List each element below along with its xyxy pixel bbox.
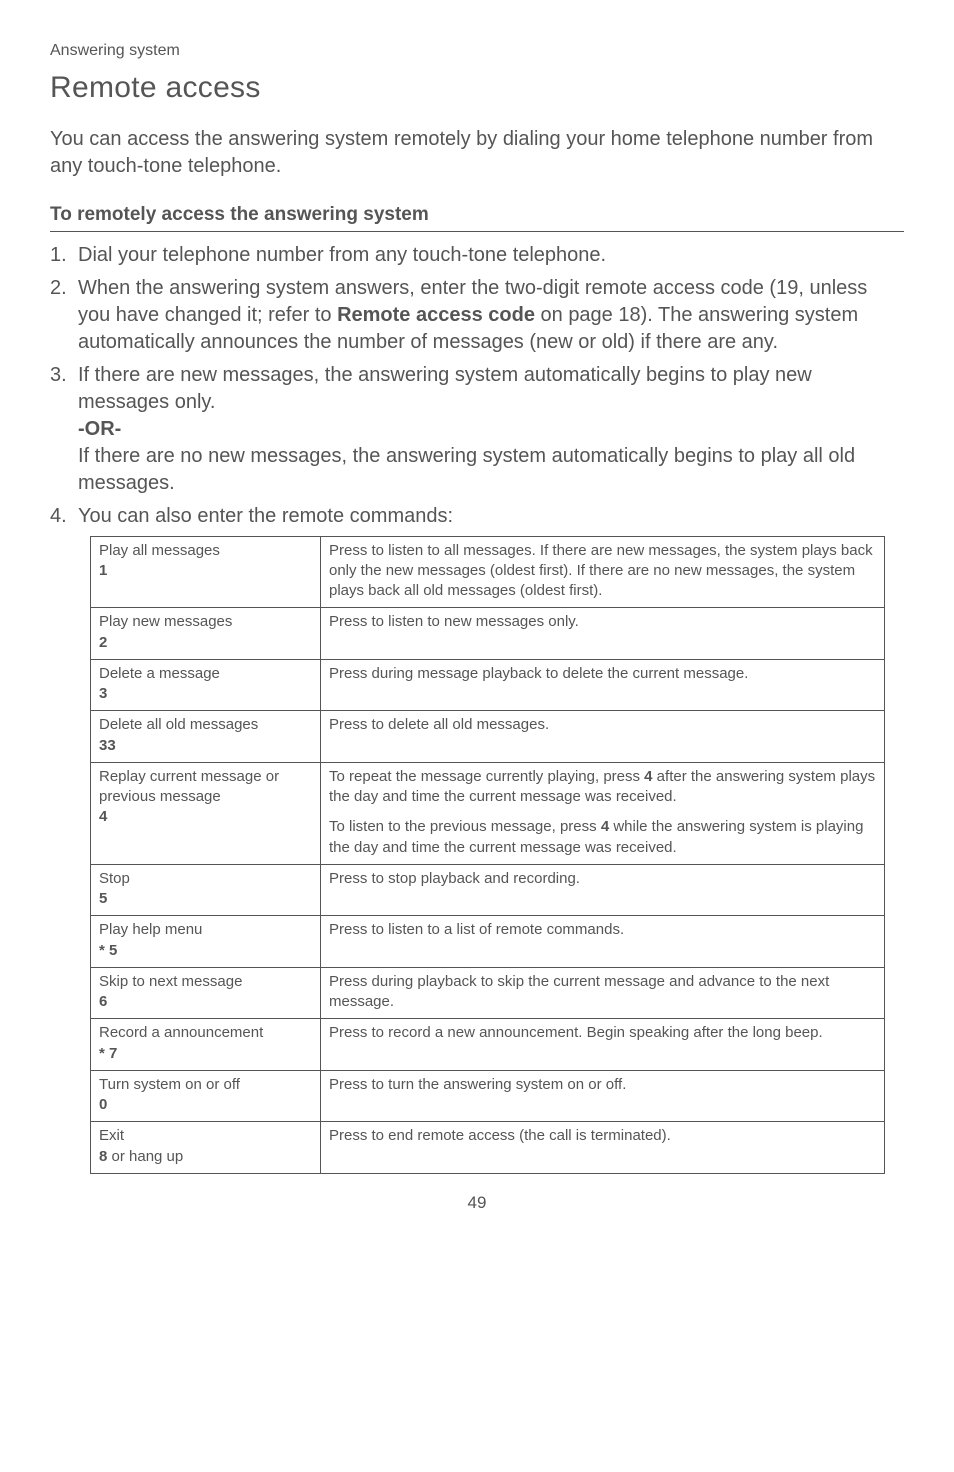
steps-list: 1. Dial your telephone number from any t… [50, 242, 904, 530]
command-cell: Play help menu * 5 [91, 916, 321, 968]
subheading: To remotely access the answering system [50, 202, 904, 232]
command-name: Exit [99, 1126, 312, 1146]
step-number: 3. [50, 362, 78, 497]
table-row: Delete a message 3 Press during message … [91, 659, 885, 711]
command-cell: Delete all old messages 33 [91, 711, 321, 763]
table-row: Play all messages 1 Press to listen to a… [91, 536, 885, 608]
step-text: If there are new messages, the answering… [78, 362, 904, 497]
command-cell: Record a announcement * 7 [91, 1019, 321, 1071]
step-number: 1. [50, 242, 78, 269]
table-row: Skip to next message 6 Press during play… [91, 967, 885, 1019]
description-cell: Press during message playback to delete … [321, 659, 885, 711]
command-key: 4 [99, 807, 312, 827]
step-text: When the answering system answers, enter… [78, 275, 904, 356]
command-cell: Replay current message or previous messa… [91, 762, 321, 864]
description-cell: Press to turn the answering system on or… [321, 1070, 885, 1122]
description-cell: Press to stop playback and recording. [321, 864, 885, 916]
intro-paragraph: You can access the answering system remo… [50, 126, 904, 180]
command-key: * 5 [99, 941, 312, 961]
command-cell: Delete a message 3 [91, 659, 321, 711]
description-cell: Press to listen to new messages only. [321, 608, 885, 660]
command-cell: Play all messages 1 [91, 536, 321, 608]
step-text: You can also enter the remote commands: [78, 503, 904, 530]
page-number: 49 [50, 1192, 904, 1215]
text-fragment: To repeat the message currently playing,… [329, 768, 644, 785]
command-name: Play all messages [99, 541, 312, 561]
command-key: 0 [99, 1095, 312, 1115]
command-cell: Exit 8 or hang up [91, 1122, 321, 1174]
table-row: Replay current message or previous messa… [91, 762, 885, 864]
table-row: Stop 5 Press to stop playback and record… [91, 864, 885, 916]
text-fragment: If there are no new messages, the answer… [78, 445, 855, 494]
text-fragment: If there are new messages, the answering… [78, 364, 812, 413]
command-key: 6 [99, 992, 312, 1012]
command-key: 5 [99, 889, 312, 909]
description-cell: Press to end remote access (the call is … [321, 1122, 885, 1174]
table-row: Play help menu * 5 Press to listen to a … [91, 916, 885, 968]
or-separator: -OR- [78, 418, 121, 440]
page-title: Remote access [50, 68, 904, 109]
command-key-line: 8 or hang up [99, 1148, 183, 1165]
description-cell: To repeat the message currently playing,… [321, 762, 885, 864]
step-text: Dial your telephone number from any touc… [78, 242, 904, 269]
step-number: 4. [50, 503, 78, 530]
description-cell: Press to listen to a list of remote comm… [321, 916, 885, 968]
command-name: Play new messages [99, 612, 312, 632]
command-key: * 7 [99, 1044, 312, 1064]
command-name: Turn system on or off [99, 1075, 312, 1095]
commands-table: Play all messages 1 Press to listen to a… [90, 536, 885, 1174]
command-cell: Turn system on or off 0 [91, 1070, 321, 1122]
command-name: Delete all old messages [99, 715, 312, 735]
text-fragment: To listen to the previous message, press [329, 818, 601, 835]
description-block: To listen to the previous message, press… [329, 817, 876, 858]
command-name: Record a announcement [99, 1023, 312, 1043]
text-fragment: or hang up [107, 1148, 183, 1165]
description-cell: Press during playback to skip the curren… [321, 967, 885, 1019]
command-name: Skip to next message [99, 972, 312, 992]
bold-text: Remote access code [337, 304, 535, 326]
table-row: Play new messages 2 Press to listen to n… [91, 608, 885, 660]
table-row: Record a announcement * 7 Press to recor… [91, 1019, 885, 1071]
step-3: 3. If there are new messages, the answer… [50, 362, 904, 497]
description-block: To repeat the message currently playing,… [329, 767, 876, 808]
bold-text: 4 [644, 768, 652, 785]
bold-text: 4 [601, 818, 609, 835]
command-name: Play help menu [99, 920, 312, 940]
command-key: 1 [99, 561, 312, 581]
command-cell: Skip to next message 6 [91, 967, 321, 1019]
command-key: 33 [99, 736, 312, 756]
step-2: 2. When the answering system answers, en… [50, 275, 904, 356]
table-row: Exit 8 or hang up Press to end remote ac… [91, 1122, 885, 1174]
command-key: 2 [99, 633, 312, 653]
command-key: 3 [99, 684, 312, 704]
command-name: Delete a message [99, 664, 312, 684]
step-4: 4. You can also enter the remote command… [50, 503, 904, 530]
description-cell: Press to record a new announcement. Begi… [321, 1019, 885, 1071]
table-row: Delete all old messages 33 Press to dele… [91, 711, 885, 763]
step-1: 1. Dial your telephone number from any t… [50, 242, 904, 269]
table-row: Turn system on or off 0 Press to turn th… [91, 1070, 885, 1122]
description-cell: Press to delete all old messages. [321, 711, 885, 763]
command-name: Stop [99, 869, 312, 889]
command-name: Replay current message or previous messa… [99, 767, 312, 808]
step-number: 2. [50, 275, 78, 356]
command-cell: Play new messages 2 [91, 608, 321, 660]
command-cell: Stop 5 [91, 864, 321, 916]
description-cell: Press to listen to all messages. If ther… [321, 536, 885, 608]
section-header: Answering system [50, 40, 904, 62]
